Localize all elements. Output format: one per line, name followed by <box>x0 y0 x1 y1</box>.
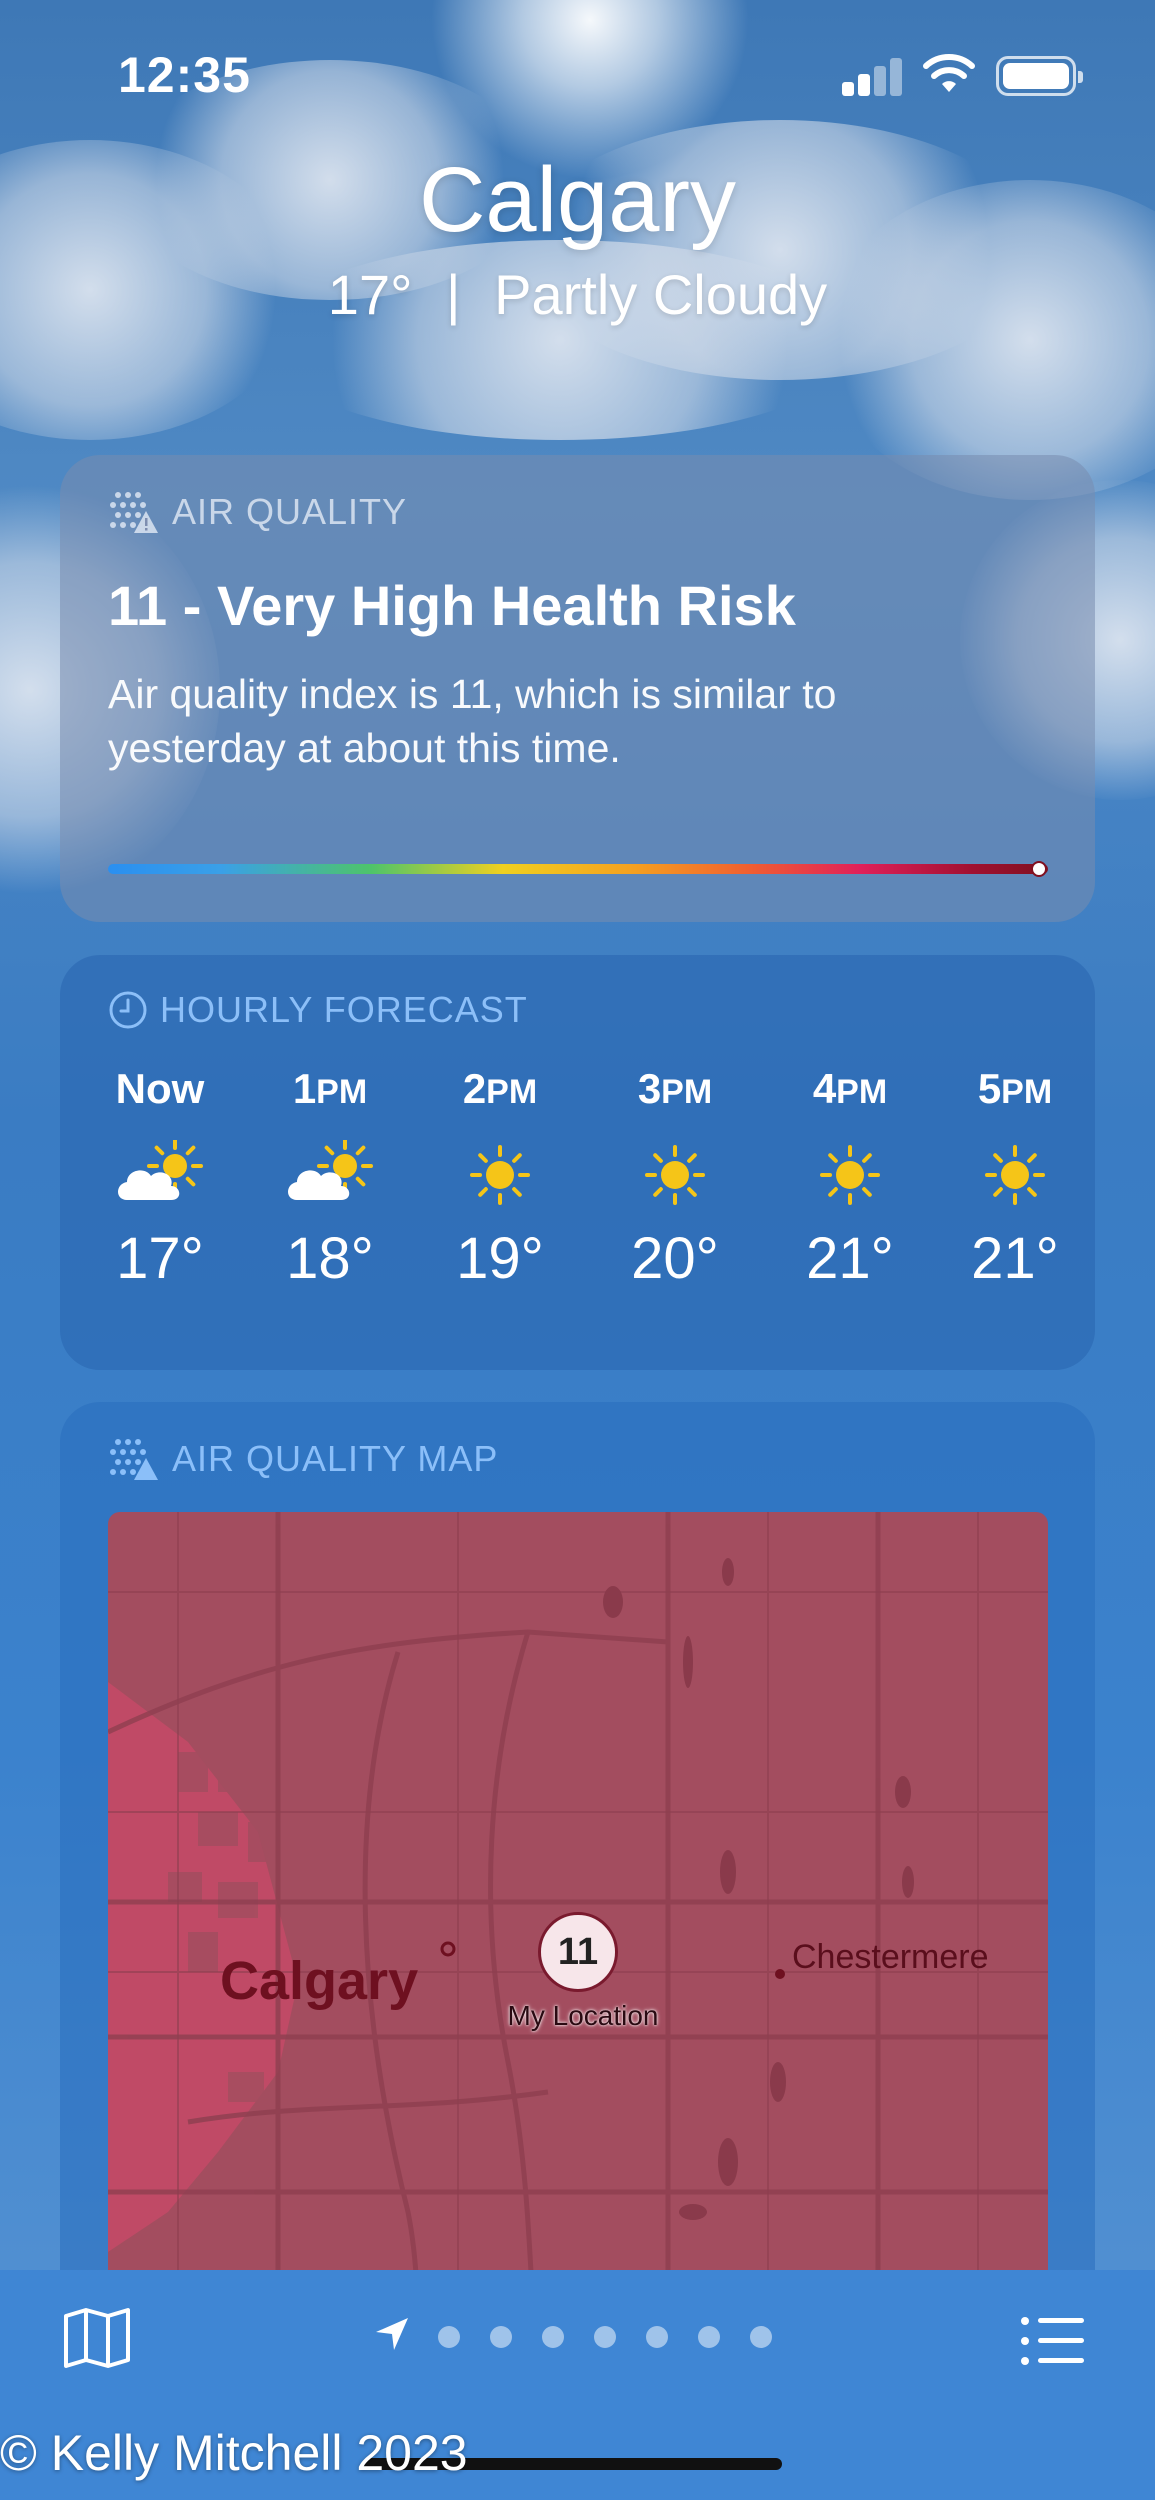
location-aqi-pin[interactable]: 11 <box>538 1912 618 1992</box>
hourly-forecast-header: HOURLY FORECAST <box>108 989 528 1031</box>
sun-icon <box>420 1125 580 1225</box>
list-icon[interactable] <box>1020 2316 1086 2366</box>
location-arrow-icon[interactable] <box>374 2316 410 2352</box>
hourly-item: 1PM 18° <box>250 1065 410 1292</box>
sun-icon <box>595 1125 755 1225</box>
map-city-label: Calgary <box>220 1951 419 2011</box>
hour-label: Now <box>115 1065 205 1112</box>
battery-icon <box>996 56 1083 96</box>
status-time: 12:35 <box>118 47 251 103</box>
hourly-item: 5PM 21° <box>935 1065 1095 1292</box>
hourly-item: 4PM 21° <box>770 1065 930 1292</box>
sun-icon <box>935 1125 1095 1225</box>
clock-icon <box>109 991 147 1029</box>
page-dot[interactable] <box>646 2326 668 2348</box>
current-temperature: 17° <box>327 263 413 326</box>
air-quality-card[interactable]: AIR QUALITY 11 - Very High Health Risk A… <box>60 455 1095 922</box>
hour-temperature: 18° <box>286 1226 374 1291</box>
map-icon[interactable] <box>62 2306 132 2370</box>
wifi-icon <box>923 54 975 92</box>
partly-cloudy-icon <box>80 1125 240 1225</box>
air-quality-description: Air quality index is 11, which is simila… <box>108 671 837 771</box>
my-location-label: My Location <box>507 2000 659 2031</box>
air-quality-map-header: AIR QUALITY MAP <box>108 1436 498 1482</box>
current-conditions: 17° | Partly Cloudy <box>0 262 1155 327</box>
hour-label: 4PM <box>812 1065 888 1112</box>
hourly-item: 2PM 19° <box>420 1065 580 1292</box>
air-quality-scale-bar <box>108 861 1048 877</box>
hour-temperature: 21° <box>971 1226 1059 1291</box>
partly-cloudy-icon <box>250 1125 410 1225</box>
hourly-forecast-list: Now 17° 1PM 18° 2PM 19° 3PM 20° 4PM 21° 5PM 21° <box>60 1065 1095 1315</box>
map-town-label: Chestermere <box>792 1938 989 1976</box>
air-quality-icon <box>110 492 158 533</box>
hourly-forecast-card[interactable]: HOURLY FORECAST Now 17° 1PM 18° 2PM 19° 3PM 2… <box>60 955 1095 1370</box>
status-bar: 12:35 <box>0 0 1155 150</box>
page-dot[interactable] <box>542 2326 564 2348</box>
air-quality-icon <box>110 1439 158 1480</box>
page-indicator[interactable] <box>438 2326 772 2348</box>
hour-temperature: 19° <box>456 1226 544 1291</box>
hour-label: 1PM <box>292 1065 368 1112</box>
air-quality-title: 11 - Very High Health Risk <box>108 574 796 637</box>
condition-text: Partly Cloudy <box>494 263 828 326</box>
city-name: Calgary <box>418 149 736 251</box>
page-dot[interactable] <box>438 2326 460 2348</box>
hourly-item: 3PM 20° <box>595 1065 755 1292</box>
hour-label: 2PM <box>462 1065 538 1112</box>
hour-label: 3PM <box>637 1065 713 1112</box>
page-dot[interactable] <box>698 2326 720 2348</box>
cellular-signal-icon <box>842 56 904 96</box>
hourly-forecast-label: HOURLY FORECAST <box>160 989 528 1030</box>
hour-temperature: 20° <box>631 1226 719 1291</box>
air-quality-header: AIR QUALITY <box>108 489 407 535</box>
page-dot[interactable] <box>490 2326 512 2348</box>
hour-temperature: 17° <box>116 1226 204 1291</box>
air-quality-map-label: AIR QUALITY MAP <box>172 1438 499 1479</box>
hourly-item: Now 17° <box>80 1065 240 1292</box>
sun-icon <box>770 1125 930 1225</box>
air-quality-label: AIR QUALITY <box>172 491 408 532</box>
copyright-watermark: © Kelly Mitchell 2023 <box>0 2425 468 2481</box>
page-dot[interactable] <box>750 2326 772 2348</box>
page-dot[interactable] <box>594 2326 616 2348</box>
hour-temperature: 21° <box>806 1226 894 1291</box>
hour-label: 5PM <box>977 1065 1053 1112</box>
separator: | <box>446 263 461 326</box>
air-quality-indicator <box>1030 861 1047 877</box>
